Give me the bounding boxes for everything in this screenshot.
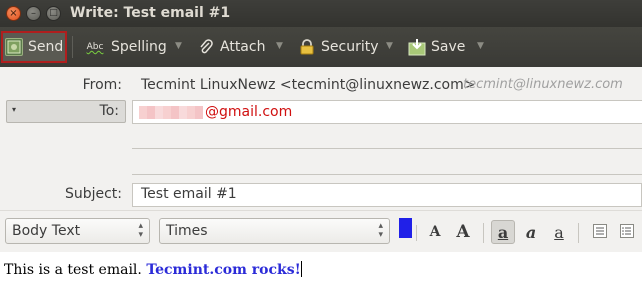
larger-font-button[interactable]: A [451, 220, 475, 244]
send-button[interactable]: Send [1, 31, 67, 63]
paragraph-style-select[interactable]: Body Text ▴ ▾ [5, 218, 150, 244]
maximize-icon: □ [49, 8, 58, 18]
security-button[interactable]: Security [298, 31, 379, 63]
from-label: From: [82, 77, 122, 93]
save-dropdown-arrow[interactable]: ▼ [477, 41, 484, 51]
subject-text: Test email #1 [141, 186, 237, 202]
smaller-font-button[interactable]: A [423, 220, 447, 244]
close-icon: × [9, 7, 18, 19]
text-color-picker[interactable] [399, 218, 412, 238]
close-window-button[interactable]: × [6, 6, 21, 21]
format-separator [483, 223, 484, 243]
attach-dropdown-arrow[interactable]: ▼ [276, 41, 283, 51]
bold-icon: a [497, 222, 509, 242]
message-body-editor[interactable]: This is a test email. Tecmint.com rocks! [0, 253, 642, 302]
redacted-address [139, 106, 203, 119]
recipient-type-label: To: [99, 103, 119, 119]
background-color-picker[interactable] [416, 225, 417, 241]
title-bar: × – □ Write: Test email #1 [0, 0, 642, 27]
minimize-window-button[interactable]: – [26, 6, 41, 21]
updown-arrow-icon: ▴ ▾ [378, 221, 383, 240]
format-separator [578, 223, 579, 243]
toolbar-separator [72, 36, 73, 58]
minimize-icon: – [31, 7, 36, 19]
address-row-2[interactable] [132, 125, 642, 149]
paperclip-icon [197, 38, 215, 56]
security-label: Security [321, 39, 379, 55]
numbered-list-icon [593, 223, 607, 242]
message-header: From: Tecmint LinuxNewz <tecmint@linuxne… [0, 67, 642, 210]
paragraph-style-value: Body Text [12, 223, 81, 239]
subject-input[interactable]: Test email #1 [132, 183, 642, 207]
subject-label: Subject: [64, 186, 122, 202]
underline-icon: a [554, 222, 564, 242]
spelling-icon: Abc [86, 42, 104, 52]
message-body-text: This is a test email. Tecmint.com rocks! [4, 261, 302, 278]
text-caret [300, 261, 302, 277]
font-family-select[interactable]: Times ▴ ▾ [159, 218, 390, 244]
recipient-type-select[interactable]: ▾ To: [6, 100, 126, 123]
bulleted-list-button[interactable] [615, 220, 639, 244]
to-address-text: @gmail.com [205, 104, 293, 120]
italic-button[interactable]: a [519, 220, 543, 244]
body-plain-text: This is a test email. [4, 262, 147, 278]
font-family-value: Times [166, 223, 208, 239]
save-icon [408, 38, 426, 56]
spelling-dropdown-arrow[interactable]: ▼ [175, 41, 182, 51]
numbered-list-button[interactable] [588, 220, 612, 244]
from-field[interactable]: Tecmint LinuxNewz <tecmint@linuxnewz.com… [141, 77, 475, 93]
to-field[interactable]: @gmail.com [132, 100, 642, 124]
bulleted-list-icon [620, 223, 634, 242]
send-icon [5, 38, 23, 56]
underline-button[interactable]: a [547, 220, 571, 244]
from-identity-hint: tecmint@linuxnewz.com [463, 77, 623, 92]
send-label: Send [28, 39, 64, 55]
attach-label: Attach [220, 39, 266, 55]
attach-button[interactable]: Attach [197, 31, 265, 63]
updown-arrow-icon: ▴ ▾ [138, 221, 143, 240]
security-dropdown-arrow[interactable]: ▼ [386, 41, 393, 51]
italic-icon: a [525, 222, 537, 242]
window-title: Write: Test email #1 [70, 5, 231, 21]
compose-toolbar: Send Abc Spelling ▼ Attach ▼ Security ▼ … [0, 27, 642, 67]
bold-button[interactable]: a [491, 220, 515, 244]
lock-icon [298, 38, 316, 56]
font-smaller-icon: A [429, 224, 441, 240]
body-highlight-text: Tecmint.com rocks! [146, 262, 301, 278]
chevron-down-icon: ▾ [12, 105, 17, 114]
formatting-toolbar: Body Text ▴ ▾ Times ▴ ▾ A A a a a [0, 210, 642, 252]
spelling-label: Spelling [111, 39, 167, 55]
address-row-3[interactable] [132, 151, 642, 175]
maximize-window-button[interactable]: □ [46, 6, 61, 21]
spelling-button[interactable]: Abc Spelling [84, 31, 167, 63]
save-label: Save [431, 39, 466, 55]
save-button[interactable]: Save [408, 31, 465, 63]
font-larger-icon: A [456, 222, 470, 242]
